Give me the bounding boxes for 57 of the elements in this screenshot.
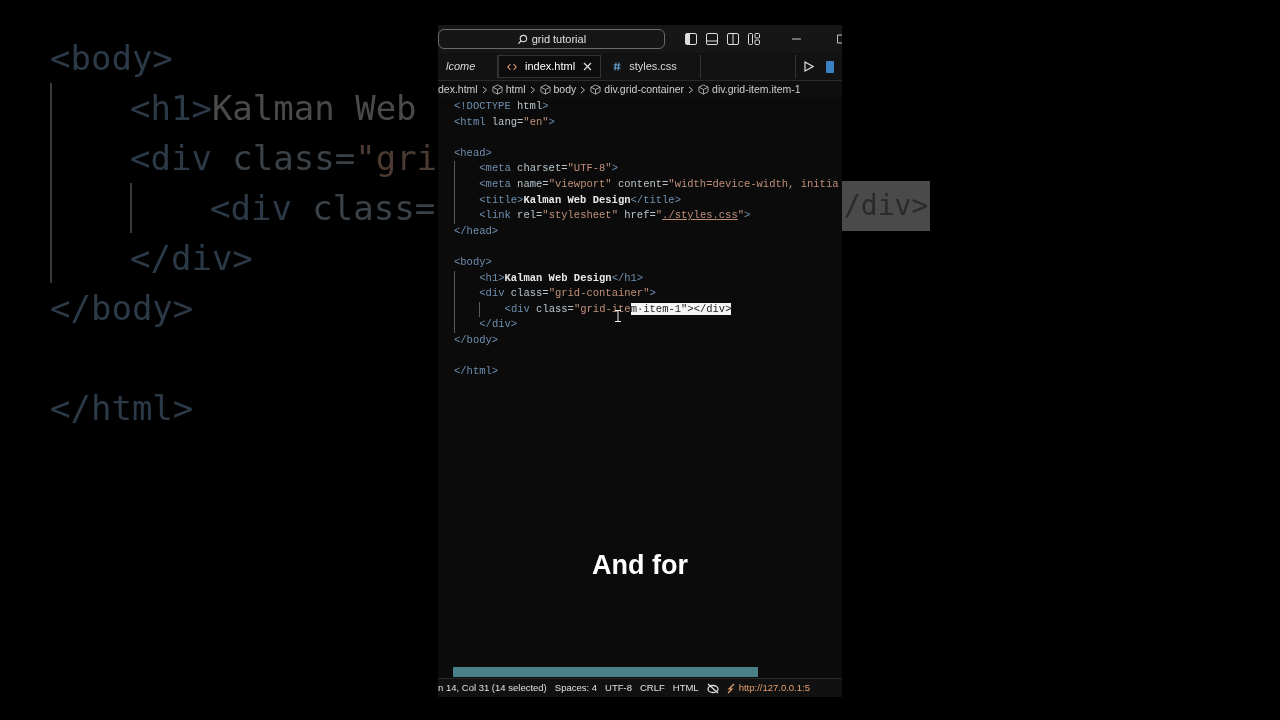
maximize-icon[interactable] <box>836 34 842 44</box>
status-item[interactable]: CRLF <box>639 680 665 696</box>
status-item[interactable]: n 14, Col 31 (14 selected) <box>438 680 547 696</box>
code-line: <meta name="viewport" content="width=device-width, initia <box>479 176 839 192</box>
code-line: <h1>Kalman Web Design</h1> <box>479 270 644 286</box>
code-line: <!DOCTYPE html> <box>454 99 549 114</box>
horizontal-scrollbar[interactable] <box>453 667 758 677</box>
breadcrumb-item[interactable]: body <box>539 81 577 98</box>
chevron-icon <box>688 85 695 94</box>
live-server-link[interactable]: http://127.0.0.1:5 <box>738 680 810 696</box>
code-line: <meta charset="UTF-8"> <box>479 161 618 177</box>
editor-tab[interactable]: styles.css <box>601 55 702 78</box>
chevron-icon <box>580 85 587 94</box>
code-line: </div> <box>479 317 518 333</box>
cube-icon <box>491 84 503 95</box>
cube-icon <box>698 84 710 95</box>
code-line: </body> <box>454 332 499 348</box>
code-line: <title>Kalman Web Design</title> <box>479 192 681 208</box>
code-line: </body> <box>50 287 194 330</box>
chevron-icon <box>529 85 536 94</box>
code-line: <head> <box>454 145 492 161</box>
close-icon[interactable] <box>583 62 593 71</box>
breadcrumb-item[interactable]: html <box>491 81 526 98</box>
breadcrumb-item[interactable]: dex.html <box>438 81 478 98</box>
preview-icon[interactable] <box>826 60 834 73</box>
code-line: <div class= <box>210 187 436 230</box>
panel-toggle-icon[interactable] <box>705 33 718 45</box>
chevron-icon <box>481 85 488 94</box>
status-item[interactable]: Spaces: 4 <box>554 680 598 696</box>
sidebar-toggle-icon[interactable] <box>684 33 697 45</box>
split-view-icon[interactable] <box>726 33 739 45</box>
code-line: </html> <box>50 387 194 430</box>
editor-tab[interactable]: index.html <box>498 55 602 78</box>
status-item[interactable]: UTF-8 <box>605 680 632 696</box>
code-line: <html lang="en"> <box>454 114 555 130</box>
code-line: <body> <box>50 37 173 80</box>
code-line: <div class="gri <box>130 137 438 180</box>
cube-icon <box>590 84 602 95</box>
code-line: <div class="grid-container"> <box>479 286 656 302</box>
code-line: </head> <box>454 223 499 239</box>
code-line: <div class="grid-item·item-1"></div> <box>504 301 732 317</box>
cube-icon <box>539 84 551 95</box>
code-line: </html> <box>454 364 499 380</box>
code-brackets-icon <box>507 62 517 71</box>
code-line: <link rel="stylesheet" href="./styles.css"> <box>479 208 751 224</box>
code-line: </div> <box>130 237 253 280</box>
search-field[interactable]: grid tutorial <box>438 29 665 49</box>
breadcrumb-item[interactable]: div.grid-container <box>590 81 685 98</box>
code-line: <body> <box>454 254 492 270</box>
caption: And for <box>592 549 688 582</box>
search-icon <box>516 33 528 45</box>
breadcrumb-item[interactable]: div.grid-item.item-1 <box>698 81 801 98</box>
code-line: <h1>Kalman Web <box>130 87 417 130</box>
status-item[interactable]: HTML <box>672 680 699 696</box>
layout-icon[interactable] <box>747 33 760 45</box>
play-icon[interactable] <box>804 61 814 72</box>
hash-icon <box>613 62 622 71</box>
